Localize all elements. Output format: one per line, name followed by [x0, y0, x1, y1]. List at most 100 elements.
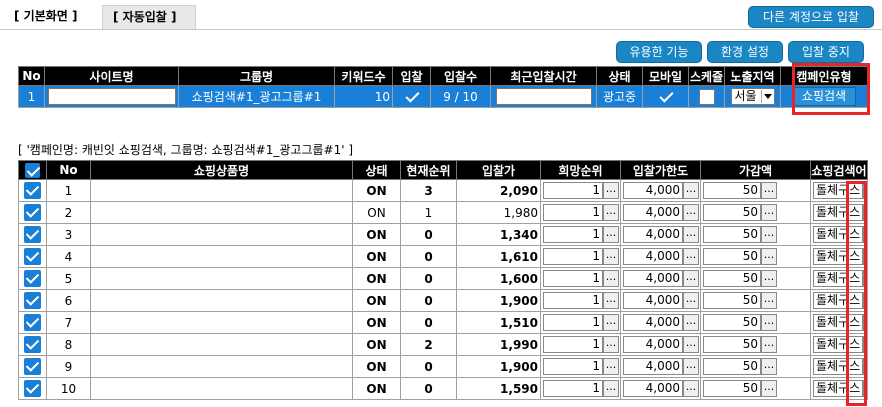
bid-limit-input[interactable]: 4,000: [623, 248, 683, 265]
bid-limit-more-button[interactable]: ...: [683, 226, 699, 243]
site-table-row[interactable]: 1 쇼핑검색#1_광고그룹#1 10 9 / 10 광고중 서울 쇼핑검색: [18, 85, 868, 108]
delta-more-button[interactable]: ...: [761, 248, 777, 265]
table-row[interactable]: 3ON01,3401...4,000...50...돌체구스...: [18, 223, 868, 246]
row-checkbox[interactable]: [24, 204, 41, 221]
delta-input[interactable]: 50: [703, 182, 761, 199]
hope-rank-more-button[interactable]: ...: [603, 226, 619, 243]
table-row[interactable]: 4ON01,6101...4,000...50...돌체구스...: [18, 245, 868, 268]
hope-rank-more-button[interactable]: ...: [603, 204, 619, 221]
delta-more-button[interactable]: ...: [761, 204, 777, 221]
bid-limit-more-button[interactable]: ...: [683, 292, 699, 309]
stop-bid-button[interactable]: 입찰 중지: [788, 41, 864, 63]
table-row[interactable]: 6ON01,9001...4,000...50...돌체구스...: [18, 289, 868, 312]
checkmark-icon[interactable]: [658, 91, 674, 103]
hope-rank-input[interactable]: 1: [543, 270, 603, 287]
delta-more-button[interactable]: ...: [761, 380, 777, 397]
checkmark-icon[interactable]: [404, 91, 420, 103]
delta-more-button[interactable]: ...: [761, 182, 777, 199]
bid-limit-input[interactable]: 4,000: [623, 314, 683, 331]
delta-more-button[interactable]: ...: [761, 336, 777, 353]
delta-input[interactable]: 50: [703, 248, 761, 265]
hope-rank-input[interactable]: 1: [543, 380, 603, 397]
tab-basic-screen[interactable]: [ 기본화면 ]: [4, 5, 88, 29]
delta-input[interactable]: 50: [703, 204, 761, 221]
hope-rank-more-button[interactable]: ...: [603, 292, 619, 309]
schedule-checkbox[interactable]: [698, 88, 715, 105]
hope-rank-more-button[interactable]: ...: [603, 182, 619, 199]
delta-more-button[interactable]: ...: [761, 270, 777, 287]
delta-more-button[interactable]: ...: [761, 292, 777, 309]
hope-rank-more-button[interactable]: ...: [603, 358, 619, 375]
hope-rank-input[interactable]: 1: [543, 292, 603, 309]
highlight-box-keyword-buttons: [846, 181, 867, 406]
bid-limit-input[interactable]: 4,000: [623, 380, 683, 397]
other-account-bid-button[interactable]: 다른 계정으로 입찰: [748, 6, 874, 28]
table-row[interactable]: 10ON01,5901...4,000...50...돌체구스...: [18, 377, 868, 400]
row-check-cell: [18, 333, 47, 356]
row-checkbox[interactable]: [24, 226, 41, 243]
bid-limit-cell: 4,000...: [620, 223, 701, 246]
delta-input[interactable]: 50: [703, 380, 761, 397]
hope-rank-input[interactable]: 1: [543, 358, 603, 375]
bid-limit-input[interactable]: 4,000: [623, 358, 683, 375]
row-checkbox[interactable]: [24, 270, 41, 287]
hope-rank-input[interactable]: 1: [543, 248, 603, 265]
bid-limit-input[interactable]: 4,000: [623, 336, 683, 353]
row-no: 9: [46, 355, 91, 378]
delta-input[interactable]: 50: [703, 226, 761, 243]
bid-limit-input[interactable]: 4,000: [623, 226, 683, 243]
bid-limit-more-button[interactable]: ...: [683, 314, 699, 331]
col-mobile: 모바일: [642, 66, 689, 86]
row-checkbox[interactable]: [24, 182, 41, 199]
hope-rank-more-button[interactable]: ...: [603, 270, 619, 287]
table-row[interactable]: 8ON21,9901...4,000...50...돌체구스...: [18, 333, 868, 356]
settings-button[interactable]: 환경 설정: [707, 41, 783, 63]
hope-rank-more-button[interactable]: ...: [603, 248, 619, 265]
hope-rank-input[interactable]: 1: [543, 204, 603, 221]
row-status: ON: [352, 267, 401, 290]
table-row[interactable]: 1ON32,0901...4,000...50...돌체구스...: [18, 179, 868, 202]
table-row[interactable]: 9ON01,9001...4,000...50...돌체구스...: [18, 355, 868, 378]
bid-limit-more-button[interactable]: ...: [683, 204, 699, 221]
chevron-down-icon: [760, 90, 773, 103]
bid-limit-input[interactable]: 4,000: [623, 292, 683, 309]
site-name-field[interactable]: [47, 88, 176, 105]
row-checkbox[interactable]: [24, 248, 41, 265]
bid-limit-more-button[interactable]: ...: [683, 248, 699, 265]
row-checkbox[interactable]: [24, 380, 41, 397]
hope-rank-more-button[interactable]: ...: [603, 314, 619, 331]
row-checkbox[interactable]: [24, 358, 41, 375]
bid-limit-more-button[interactable]: ...: [683, 336, 699, 353]
delta-input[interactable]: 50: [703, 314, 761, 331]
bid-limit-more-button[interactable]: ...: [683, 380, 699, 397]
bid-limit-input[interactable]: 4,000: [623, 182, 683, 199]
delta-more-button[interactable]: ...: [761, 358, 777, 375]
delta-input[interactable]: 50: [703, 292, 761, 309]
hope-rank-input[interactable]: 1: [543, 314, 603, 331]
tab-auto-bid[interactable]: [ 자동입찰 ]: [102, 5, 196, 29]
hope-rank-input[interactable]: 1: [543, 226, 603, 243]
row-checkbox[interactable]: [24, 314, 41, 331]
row-checkbox[interactable]: [24, 292, 41, 309]
delta-input[interactable]: 50: [703, 336, 761, 353]
table-row[interactable]: 5ON01,6001...4,000...50...돌체구스...: [18, 267, 868, 290]
bid-limit-input[interactable]: 4,000: [623, 270, 683, 287]
select-all-checkbox[interactable]: [25, 162, 40, 178]
row-checkbox[interactable]: [24, 336, 41, 353]
bid-limit-more-button[interactable]: ...: [683, 270, 699, 287]
region-select[interactable]: 서울: [730, 88, 775, 105]
hope-rank-more-button[interactable]: ...: [603, 380, 619, 397]
delta-more-button[interactable]: ...: [761, 314, 777, 331]
useful-features-button[interactable]: 유용한 기능: [616, 41, 702, 63]
delta-input[interactable]: 50: [703, 358, 761, 375]
delta-input[interactable]: 50: [703, 270, 761, 287]
delta-more-button[interactable]: ...: [761, 226, 777, 243]
hope-rank-input[interactable]: 1: [543, 182, 603, 199]
hope-rank-input[interactable]: 1: [543, 336, 603, 353]
table-row[interactable]: 7ON01,5101...4,000...50...돌체구스...: [18, 311, 868, 334]
bid-limit-input[interactable]: 4,000: [623, 204, 683, 221]
bid-limit-more-button[interactable]: ...: [683, 182, 699, 199]
hope-rank-more-button[interactable]: ...: [603, 336, 619, 353]
bid-limit-more-button[interactable]: ...: [683, 358, 699, 375]
table-row[interactable]: 2ON11,9801...4,000...50...돌체구스...: [18, 201, 868, 224]
